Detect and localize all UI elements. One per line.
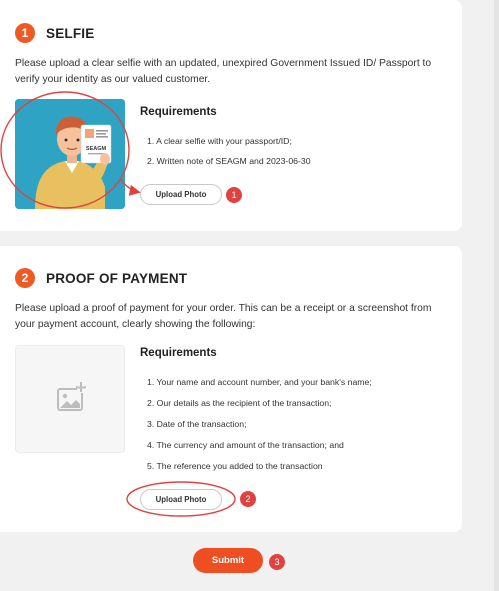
upload-selfie-button[interactable]: Upload Photo — [140, 184, 222, 205]
requirement-item: 1. A clear selfie with your passport/ID; — [147, 136, 292, 146]
requirement-item: 2. Our details as the recipient of the t… — [147, 398, 332, 408]
section-description: Please upload a clear selfie with an upd… — [15, 58, 432, 85]
add-image-icon — [57, 382, 86, 411]
annotation-badge: 1 — [226, 187, 242, 203]
step-badge: 1 — [15, 23, 35, 43]
section-title: PROOF OF PAYMENT — [46, 271, 188, 286]
upload-proof-button[interactable]: Upload Photo — [140, 489, 222, 510]
requirements-title: Requirements — [140, 347, 217, 359]
requirement-item: 1. Your name and account number, and you… — [147, 377, 372, 387]
requirement-item: 5. The reference you added to the transa… — [147, 461, 323, 471]
section-title: SELFIE — [46, 26, 95, 41]
proof-upload-placeholder[interactable] — [15, 345, 125, 453]
submit-button[interactable]: Submit — [193, 548, 263, 573]
selfie-example-illustration: SEAGM — [15, 99, 125, 209]
seagm-note-text: SEAGM — [86, 146, 107, 152]
requirement-item: 3. Date of the transaction; — [147, 419, 247, 429]
selfie-card: 1 SELFIE Please upload a clear selfie wi… — [0, 0, 462, 231]
annotation-badge: 2 — [240, 491, 256, 507]
section-description: Please upload a proof of payment for you… — [15, 303, 432, 330]
annotation-badge: 3 — [269, 554, 285, 570]
requirement-item: 2. Written note of SEAGM and 2023-06-30 — [147, 156, 311, 166]
requirements-title: Requirements — [140, 106, 217, 118]
step-badge: 2 — [15, 268, 35, 288]
scrollbar[interactable] — [494, 0, 499, 591]
requirement-item: 4. The currency and amount of the transa… — [147, 440, 344, 450]
person-holding-passport-illustration: SEAGM — [15, 99, 125, 209]
